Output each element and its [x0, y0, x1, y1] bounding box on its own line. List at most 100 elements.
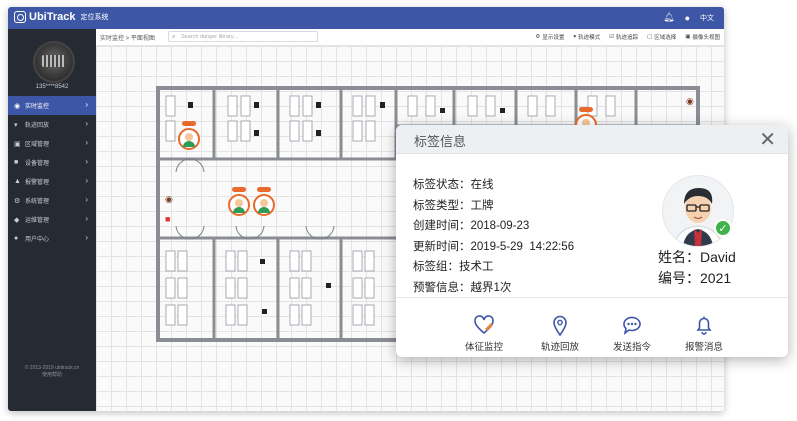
person-id-row: 编号：2021 [658, 268, 736, 289]
area-icon: ▢ [647, 34, 653, 40]
display-settings-button[interactable]: ⚙ 显示设置 [535, 33, 564, 41]
sidebar-item-ops-management[interactable]: ◆ 运维管理 › [8, 210, 96, 229]
beacon-icon[interactable]: ◉ [686, 96, 694, 107]
search-icon: ⌕ [172, 34, 176, 40]
area-icon: ▣ [14, 140, 21, 148]
tag-info-popup: 标签信息 ✕ 标签状态：在线 标签类型：工牌 创建时间：2018-09-23 更… [396, 125, 788, 357]
sidebar-item-label: 实时监控 [25, 104, 50, 110]
chat-bubble-icon [623, 316, 641, 335]
popup-title: 标签信息 [414, 134, 467, 149]
tool-label: 显示设置 [542, 35, 565, 41]
action-label: 体征监控 [464, 342, 503, 353]
popup-header: 标签信息 ✕ [396, 125, 788, 154]
camera-icon: ▣ [685, 34, 691, 40]
alarm-messages-button[interactable]: 报警消息 [664, 314, 744, 353]
search-input[interactable]: ⌕ Search danger library... [168, 31, 318, 42]
vital-signs-button[interactable]: 体征监控 [444, 314, 524, 353]
user-avatar[interactable] [33, 41, 75, 83]
info-row-created: 创建时间：2018-09-23 [413, 216, 574, 237]
toolbar: 实时监控 > 平面视图 ⌕ Search danger library... ⚙… [96, 29, 724, 46]
device-icon: ■ [14, 159, 19, 166]
sidebar-item-alarm-management[interactable]: ▲ 报警管理 › [8, 172, 96, 191]
sidebar-item-label: 轨迹回放 [25, 123, 50, 129]
app-subtitle: 定位系统 [80, 14, 109, 21]
breadcrumb: 实时监控 > 平面视图 [100, 36, 155, 42]
info-label: 标签组： [413, 261, 459, 273]
sidebar-item-track-playback[interactable]: ▾ 轨迹回放 › [8, 115, 96, 134]
info-row-group: 标签组：技术工 [413, 257, 574, 278]
sidebar: 135****8542 ◉ 实时监控 › ▾ 轨迹回放 › ▣ 区域管理 › ■… [8, 29, 96, 411]
close-icon[interactable]: ✕ [759, 127, 776, 152]
tag-label [182, 121, 196, 126]
sidebar-item-label: 设备管理 [25, 161, 50, 167]
monitor-icon: ◉ [14, 102, 21, 110]
location-pin-icon: ▾ [14, 121, 18, 129]
beacon-icon[interactable]: ◉ [165, 194, 173, 205]
info-value: 2019-5-29 14:22:56 [470, 240, 575, 253]
sidebar-item-label: 系统管理 [25, 199, 50, 205]
user-phone: 135****8542 [35, 84, 69, 90]
settings-icon: ⚙ [535, 34, 541, 40]
chevron-right-icon: › [85, 138, 88, 147]
user-icon: ● [14, 235, 19, 242]
sidebar-item-user-center[interactable]: ● 用户中心 › [8, 229, 96, 248]
chevron-right-icon: › [85, 119, 88, 128]
area-select-button[interactable]: ▢ 区域选择 [647, 33, 676, 41]
person-tag-icon[interactable] [228, 194, 250, 216]
action-label: 轨迹回放 [540, 342, 579, 353]
online-check-icon: ✓ [714, 219, 732, 237]
person-tag-icon[interactable] [178, 128, 200, 150]
user-avatar-icon[interactable]: ● [685, 13, 690, 23]
sidebar-item-realtime-monitor[interactable]: ◉ 实时监控 › [8, 96, 96, 115]
info-row-updated: 更新时间：2019-5-29 14:22:56 [413, 237, 574, 258]
tag-info-list: 标签状态：在线 标签类型：工牌 创建时间：2018-09-23 更新时间：201… [413, 175, 574, 298]
top-right-controls: 🔔︎ ● 中文 [663, 12, 714, 23]
chevron-right-icon: › [85, 157, 88, 166]
tool-label: 摄像头视图 [692, 35, 720, 41]
alarm-icon[interactable]: ■ [165, 214, 170, 224]
send-command-button[interactable]: 发送指令 [592, 314, 672, 353]
info-value: 技术工 [459, 261, 494, 273]
wrench-icon: ◆ [14, 216, 20, 224]
copyright: © 2013-2019 ubitrack.cn 使用帮助 [8, 365, 96, 379]
app-logo[interactable]: UbiTrack 定位系统 [14, 11, 108, 23]
chevron-right-icon: › [85, 100, 88, 109]
person-tag-icon[interactable] [253, 194, 275, 216]
sidebar-item-label: 区域管理 [25, 142, 50, 148]
info-label: 更新时间： [413, 240, 471, 253]
language-select[interactable]: 中文 [700, 13, 714, 23]
sidebar-item-label: 报警管理 [25, 180, 50, 186]
person-identity: 姓名：David 编号：2021 [658, 247, 736, 289]
tag-label [579, 107, 593, 112]
chevron-right-icon: › [85, 233, 88, 242]
help-link[interactable]: 使用帮助 [8, 372, 96, 379]
info-row-status: 标签状态：在线 [413, 175, 574, 196]
location-pin-icon [553, 315, 567, 336]
heart-monitor-icon [474, 315, 494, 335]
info-value: 工牌 [470, 199, 494, 212]
name-label: 姓名： [658, 249, 700, 265]
action-label: 发送指令 [612, 342, 651, 353]
person-id: 2021 [700, 270, 732, 286]
info-label: 标签状态： [413, 179, 471, 191]
tag-label [257, 187, 271, 192]
popup-actions: 体征监控 轨迹回放 发送指令 报警消息 [396, 297, 788, 357]
sidebar-item-label: 运维管理 [25, 218, 50, 224]
id-label: 编号： [658, 270, 700, 286]
sidebar-menu: ◉ 实时监控 › ▾ 轨迹回放 › ▣ 区域管理 › ■ 设备管理 › ▲ 报警 [8, 96, 96, 248]
info-value: 在线 [470, 179, 494, 191]
track-follow-button[interactable]: ☑ 轨迹追踪 [609, 33, 638, 41]
camera-view-button[interactable]: ▣ 摄像头视图 [685, 33, 720, 41]
toolbar-actions: ⚙ 显示设置 ▾ 轨迹模式 ☑ 轨迹追踪 ▢ 区域选择 ▣ 摄像头视图 [535, 33, 720, 41]
track-playback-button[interactable]: 轨迹回放 [520, 314, 600, 353]
sidebar-item-system-management[interactable]: ⚙ 系统管理 › [8, 191, 96, 210]
sidebar-item-area-management[interactable]: ▣ 区域管理 › [8, 134, 96, 153]
person-name: David [700, 249, 736, 265]
notification-bell-icon[interactable]: 🔔︎ [663, 12, 674, 23]
tool-label: 区域选择 [654, 35, 677, 41]
tool-label: 轨迹追踪 [616, 35, 639, 41]
sidebar-item-label: 用户中心 [25, 237, 50, 243]
sidebar-item-device-management[interactable]: ■ 设备管理 › [8, 153, 96, 172]
location-pin-icon: ▾ [573, 34, 577, 40]
track-mode-button[interactable]: ▾ 轨迹模式 [573, 33, 600, 41]
